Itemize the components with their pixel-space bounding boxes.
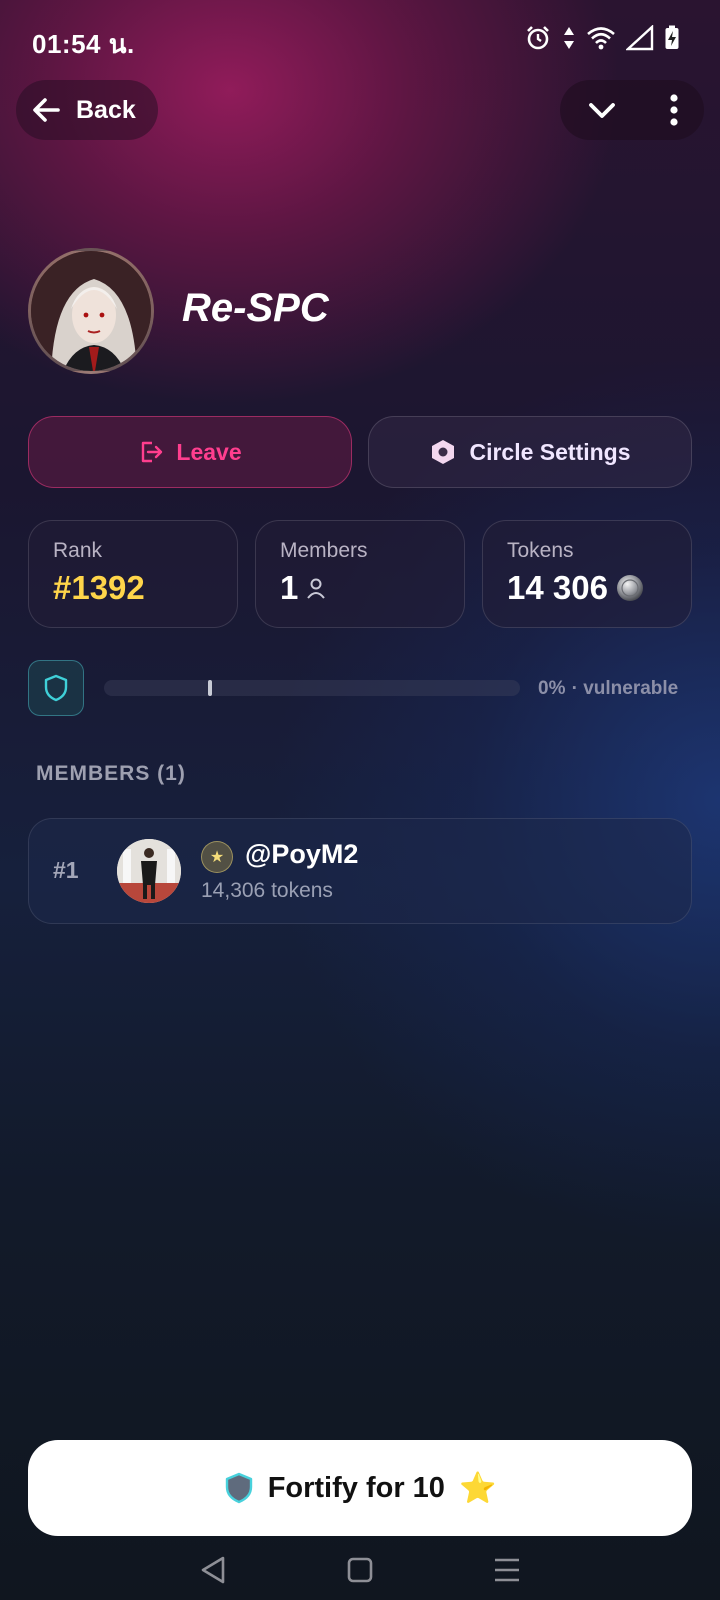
- members-value-text: 1: [280, 569, 299, 606]
- leave-label: Leave: [176, 438, 242, 465]
- member-avatar: [117, 839, 181, 903]
- circle-settings-label: Circle Settings: [469, 438, 631, 465]
- defense-status-label: · vulnerable: [571, 678, 679, 699]
- member-rank: #1: [53, 857, 79, 883]
- circle-name: Re-SPC: [182, 286, 329, 330]
- more-vertical-icon[interactable]: [668, 93, 680, 127]
- rank-value: #1392: [53, 569, 237, 607]
- coin-icon: [616, 575, 643, 601]
- defense-progress-bar: [104, 680, 520, 696]
- member-avatar-image: [117, 839, 181, 903]
- star-icon: ⭐: [458, 1471, 497, 1505]
- rank-card: Rank #1392: [28, 520, 238, 628]
- members-label: Members: [280, 539, 368, 562]
- tokens-value-text: 14 306: [507, 569, 608, 606]
- nav-back-icon[interactable]: [199, 1555, 227, 1585]
- circle-settings-button[interactable]: Circle Settings: [368, 416, 692, 488]
- member-star-badge: ★: [201, 841, 233, 873]
- nav-home-icon[interactable]: [346, 1556, 374, 1584]
- shield-icon: [225, 1472, 252, 1504]
- leave-button[interactable]: Leave: [28, 416, 352, 488]
- fortify-button[interactable]: Fortify for 10 ⭐: [28, 1440, 692, 1536]
- data-arrows-icon: [564, 27, 574, 49]
- defense-status: 0% · vulnerable: [538, 674, 678, 700]
- chevron-down-icon[interactable]: [585, 93, 619, 127]
- defense-progress-marker: [208, 680, 212, 696]
- signal-icon: [626, 25, 654, 51]
- tokens-card: Tokens 14 306: [482, 520, 692, 628]
- member-name: @PoyM2: [245, 839, 359, 869]
- person-icon: [307, 578, 326, 599]
- status-icons: [524, 24, 680, 52]
- defense-percent: 0%: [538, 678, 566, 699]
- nav-recents-icon[interactable]: [493, 1557, 521, 1583]
- back-label: Back: [76, 95, 136, 124]
- tokens-label: Tokens: [507, 539, 574, 562]
- status-time: 01:54 น.: [32, 29, 135, 59]
- header-actions: [560, 80, 704, 140]
- members-card: Members 1: [255, 520, 465, 628]
- arrow-left-icon: [33, 98, 60, 122]
- circle-avatar: [28, 248, 154, 374]
- system-nav-bar: [0, 1540, 720, 1600]
- member-tokens: 14,306 tokens: [201, 879, 333, 902]
- fortify-label: Fortify for 10: [267, 1471, 445, 1504]
- member-row[interactable]: #1 ★ @PoyM2 14,306 tokens: [28, 818, 692, 924]
- wifi-icon: [587, 27, 615, 50]
- rank-value-text: #1392: [53, 569, 145, 606]
- members-section-title: MEMBERS (1): [36, 762, 186, 785]
- hexagon-gear-icon: [432, 440, 455, 464]
- status-bar: 01:54 น.: [0, 0, 720, 80]
- members-value: 1: [280, 569, 464, 607]
- rank-label: Rank: [53, 539, 103, 562]
- battery-charging-icon: [665, 25, 679, 49]
- shield-icon: [44, 674, 68, 702]
- tokens-value: 14 306: [507, 569, 691, 607]
- logout-icon: [142, 441, 163, 463]
- alarm-icon: [527, 26, 549, 50]
- circle-avatar-image: [31, 251, 151, 371]
- back-button[interactable]: Back: [16, 80, 158, 140]
- defense-shield-badge[interactable]: [28, 660, 84, 716]
